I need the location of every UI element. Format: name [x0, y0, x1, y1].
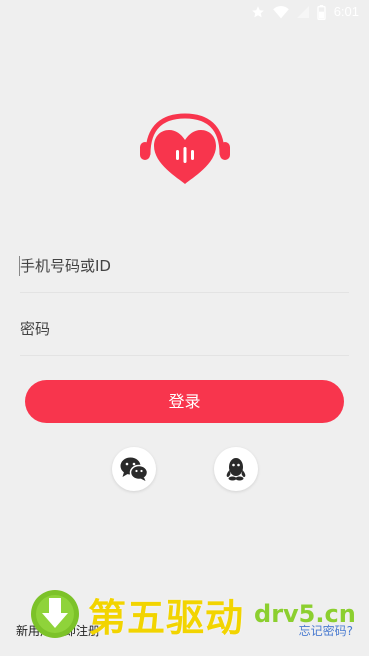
phone-input[interactable]	[20, 240, 349, 292]
signal-icon	[296, 6, 309, 18]
password-input[interactable]	[20, 303, 349, 355]
watermark-domain: drv5.cn	[254, 600, 356, 628]
wechat-login-button[interactable]	[112, 447, 156, 491]
phone-field[interactable]	[19, 240, 349, 293]
battery-icon	[317, 4, 326, 20]
status-time: 6:01	[333, 4, 359, 19]
watermark-title: 第五驱动	[88, 595, 245, 640]
qq-login-button[interactable]	[214, 447, 258, 491]
download-arrow-icon	[31, 590, 79, 638]
watermark: 第五驱动 drv5.cn	[30, 586, 356, 642]
status-bar: 6:01	[0, 0, 369, 24]
heart-headphones-icon	[140, 113, 230, 184]
wifi-icon	[272, 5, 289, 18]
login-button[interactable]: 登录	[25, 380, 344, 423]
password-field[interactable]	[20, 303, 349, 356]
wechat-icon	[120, 457, 149, 481]
qq-icon	[226, 458, 246, 481]
status-icons: 6:01	[251, 4, 359, 20]
star-icon	[251, 6, 264, 18]
